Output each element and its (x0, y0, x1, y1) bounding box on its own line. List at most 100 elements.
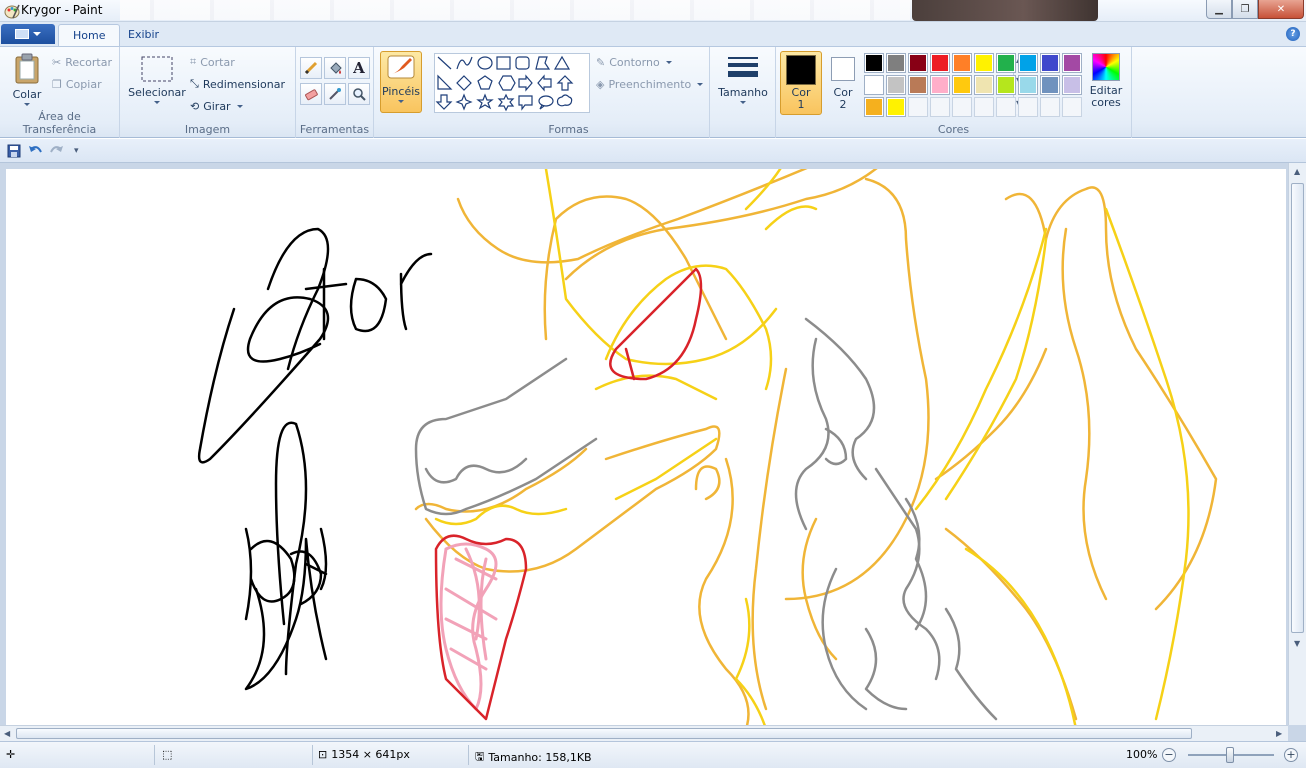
color-swatch[interactable] (930, 53, 950, 73)
color-swatch[interactable] (1062, 53, 1082, 73)
paint-menu-button[interactable] (1, 24, 55, 44)
tab-exibir[interactable]: Exibir (114, 24, 173, 46)
color-swatch[interactable] (974, 75, 994, 95)
shape-rounded-rectangle-icon[interactable] (515, 56, 530, 70)
horizontal-scroll-thumb[interactable] (16, 728, 1192, 739)
paste-label: Colar (12, 88, 42, 101)
fill-button[interactable]: ◈ Preenchimento (596, 75, 704, 93)
shape-pentagon-icon[interactable] (477, 75, 493, 90)
shape-polygon-icon[interactable] (535, 56, 551, 70)
color-swatch[interactable] (886, 97, 906, 117)
scroll-right-icon[interactable]: ▶ (1276, 729, 1282, 738)
shape-star6-icon[interactable] (497, 93, 515, 112)
color-swatch[interactable] (864, 75, 884, 95)
vertical-scrollbar[interactable]: ▲ ▼ (1288, 163, 1306, 725)
custom-color-slot[interactable] (930, 97, 950, 117)
color-swatch[interactable] (886, 53, 906, 73)
shape-arrow-up-icon[interactable] (556, 75, 574, 91)
cut-button[interactable]: ✂ Recortar (52, 53, 112, 71)
paste-button[interactable]: Colar (8, 53, 46, 106)
color-swatch[interactable] (1018, 75, 1038, 95)
custom-color-slot[interactable] (1040, 97, 1060, 117)
color-swatch[interactable] (908, 53, 928, 73)
color1-button[interactable]: Cor 1 (780, 51, 822, 115)
color-swatch[interactable] (930, 75, 950, 95)
color-swatch[interactable] (886, 75, 906, 95)
outline-button[interactable]: ✎ Contorno (596, 53, 672, 71)
color-swatch[interactable] (952, 53, 972, 73)
zoom-in-button[interactable]: + (1284, 748, 1298, 762)
scroll-left-icon[interactable]: ◀ (4, 729, 10, 738)
customize-qat-icon[interactable]: ▾ (74, 146, 79, 156)
custom-color-slot[interactable] (996, 97, 1016, 117)
pencil-tool[interactable] (300, 57, 322, 79)
select-button[interactable]: Selecionar (128, 55, 186, 104)
undo-icon[interactable] (27, 143, 43, 159)
eraser-tool[interactable] (300, 83, 322, 105)
custom-color-slot[interactable] (974, 97, 994, 117)
shape-arrow-left-icon[interactable] (537, 74, 552, 92)
custom-color-slot[interactable] (1018, 97, 1038, 117)
shape-rectangle-icon[interactable] (496, 56, 511, 70)
size-button[interactable]: Tamanho (716, 55, 770, 104)
copy-button[interactable]: ❐ Copiar (52, 75, 102, 93)
custom-color-slot[interactable] (1062, 97, 1082, 117)
zoom-out-button[interactable]: − (1162, 748, 1176, 762)
horizontal-scrollbar[interactable]: ◀ ▶ (0, 725, 1288, 741)
close-button[interactable]: ✕ (1258, 0, 1304, 19)
redo-icon[interactable] (49, 143, 65, 159)
color-swatch[interactable] (864, 53, 884, 73)
magnifier-tool[interactable] (348, 83, 370, 105)
shape-oval-icon[interactable] (477, 56, 493, 70)
scroll-down-icon[interactable]: ▼ (1294, 639, 1300, 648)
help-icon[interactable]: ? (1286, 27, 1300, 41)
custom-color-slot[interactable] (952, 97, 972, 117)
shape-callout-cloud-icon[interactable] (556, 94, 573, 107)
color-swatch[interactable] (952, 75, 972, 95)
color-swatch[interactable] (1062, 75, 1082, 95)
chevron-down-icon (24, 103, 30, 106)
color-swatch[interactable] (1018, 53, 1038, 73)
color-swatch[interactable] (996, 75, 1016, 95)
color-swatch[interactable] (1040, 75, 1060, 95)
shape-curve-icon[interactable] (456, 56, 473, 70)
color-swatch[interactable] (864, 97, 884, 117)
crop-button[interactable]: ⌗ Cortar (190, 53, 235, 71)
edit-colors-button[interactable]: Editar cores (1086, 53, 1126, 109)
shape-callout-rect-icon[interactable] (518, 95, 533, 111)
shape-arrow-right-icon[interactable] (518, 74, 533, 92)
zoom-slider-thumb[interactable] (1226, 747, 1234, 763)
minimize-button[interactable]: ▁ (1206, 0, 1232, 19)
custom-color-slot[interactable] (908, 97, 928, 117)
resize-button[interactable]: ⤡ Redimensionar (190, 75, 285, 93)
shape-arrow-down-icon[interactable] (435, 94, 453, 110)
color-swatch[interactable] (908, 75, 928, 95)
color-swatch[interactable] (1040, 53, 1060, 73)
shape-callout-oval-icon[interactable] (538, 95, 554, 110)
text-tool[interactable]: A (348, 57, 370, 79)
rotate-button[interactable]: ⟲ Girar (190, 97, 243, 115)
brushes-button[interactable]: Pincéis (380, 51, 422, 113)
shape-hexagon-icon[interactable] (498, 75, 516, 91)
save-icon[interactable] (6, 143, 22, 159)
color2-button[interactable]: Cor 2 (826, 51, 860, 115)
color-swatch[interactable] (974, 53, 994, 73)
color-swatch[interactable] (996, 53, 1016, 73)
color-picker-tool[interactable] (324, 83, 346, 105)
fill-tool[interactable] (324, 57, 346, 79)
chevron-down-icon (665, 60, 672, 64)
tab-home[interactable]: Home (58, 24, 121, 46)
drawing-canvas[interactable] (6, 169, 1286, 725)
shape-diamond-icon[interactable] (456, 75, 472, 91)
shape-right-triangle-icon[interactable] (437, 74, 453, 90)
disk-icon: 🖫 (475, 750, 485, 763)
maximize-button[interactable]: ❐ (1232, 0, 1258, 19)
scroll-up-icon[interactable]: ▲ (1294, 167, 1300, 176)
shape-triangle-icon[interactable] (553, 55, 571, 70)
shape-line-icon[interactable] (437, 56, 452, 70)
color1-swatch (786, 55, 816, 85)
vertical-scroll-thumb[interactable] (1291, 183, 1304, 633)
shape-star4-icon[interactable] (455, 93, 473, 111)
paint-app-icon[interactable] (4, 3, 20, 19)
shape-star5-icon[interactable] (476, 93, 494, 110)
